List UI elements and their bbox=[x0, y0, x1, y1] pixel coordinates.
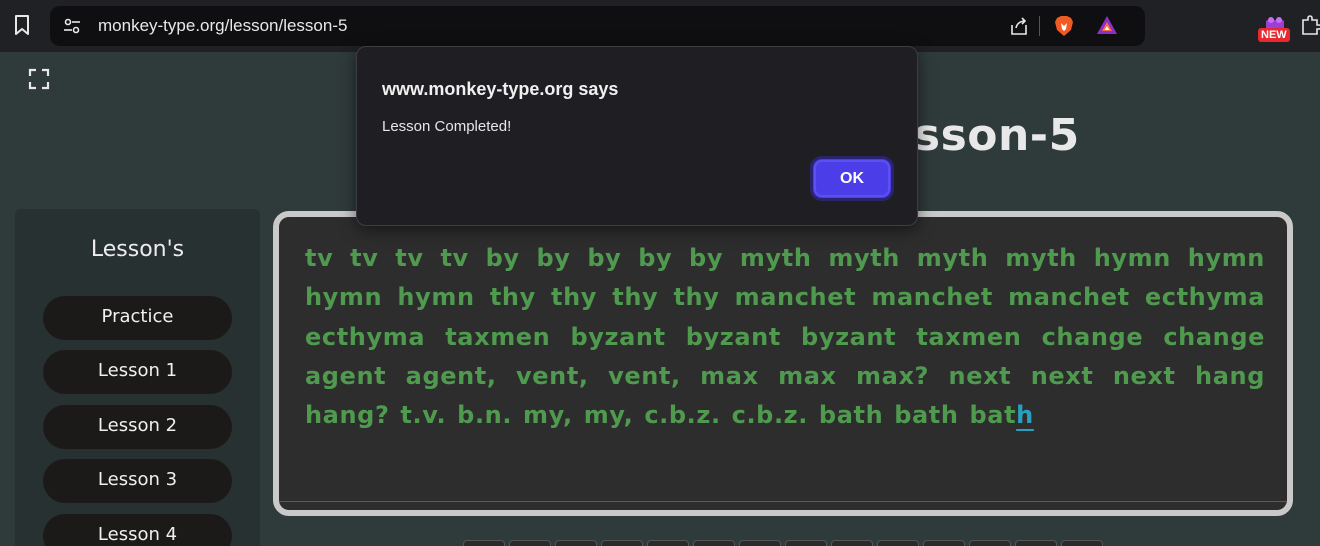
url-text[interactable]: monkey-type.org/lesson/lesson-5 bbox=[98, 16, 347, 36]
brave-shields-icon[interactable] bbox=[1053, 14, 1075, 38]
sidebar-item-lesson-2[interactable]: Lesson 2 bbox=[43, 405, 232, 449]
keyboard-key bbox=[831, 540, 873, 546]
extensions-icon[interactable] bbox=[1299, 14, 1320, 38]
keyboard-key bbox=[555, 540, 597, 546]
sidebar-item-lesson-3[interactable]: Lesson 3 bbox=[43, 459, 232, 503]
sidebar-title: Lesson's bbox=[90, 237, 185, 262]
sidebar-item-practice[interactable]: Practice bbox=[43, 296, 232, 340]
brave-rewards-icon[interactable] bbox=[1095, 14, 1119, 36]
share-icon[interactable] bbox=[1008, 15, 1030, 37]
fullscreen-icon[interactable] bbox=[28, 68, 50, 90]
lesson-sidebar: Lesson's Practice Lesson 1 Lesson 2 Less… bbox=[15, 209, 260, 546]
sidebar-item-lesson-1[interactable]: Lesson 1 bbox=[43, 350, 232, 394]
ok-button[interactable]: OK bbox=[810, 156, 894, 201]
lesson-text: tv tv tv tv by by by by by myth myth myt… bbox=[305, 239, 1265, 435]
sidebar-item-lesson-4[interactable]: Lesson 4 bbox=[43, 514, 232, 546]
typing-area[interactable]: tv tv tv tv by by by by by myth myth myt… bbox=[273, 211, 1293, 516]
bookmark-icon[interactable] bbox=[12, 14, 32, 36]
keyboard-key bbox=[463, 540, 505, 546]
new-badge: NEW bbox=[1258, 28, 1290, 42]
address-bar[interactable]: monkey-type.org/lesson/lesson-5 bbox=[50, 6, 1145, 46]
keyboard-key bbox=[785, 540, 827, 546]
keyboard-key bbox=[693, 540, 735, 546]
keyboard-key bbox=[969, 540, 1011, 546]
address-bar-divider bbox=[1039, 16, 1040, 36]
browser-toolbar: monkey-type.org/lesson/lesson-5 NEW bbox=[0, 0, 1320, 52]
alert-title: www.monkey-type.org says bbox=[382, 79, 619, 99]
typing-area-divider bbox=[279, 501, 1287, 502]
keyboard-key bbox=[509, 540, 551, 546]
keyboard-key bbox=[1061, 540, 1103, 546]
keyboard-key bbox=[647, 540, 689, 546]
alert-dialog: www.monkey-type.org says Lesson Complete… bbox=[356, 46, 918, 226]
keyboard-key bbox=[1015, 540, 1057, 546]
typed-text: tv tv tv tv by by by by by myth myth myt… bbox=[305, 244, 1265, 430]
keyboard-key bbox=[739, 540, 781, 546]
current-character: h bbox=[1016, 401, 1034, 430]
keyboard-key bbox=[877, 540, 919, 546]
alert-message: Lesson Completed! bbox=[382, 118, 512, 135]
keyboard-key bbox=[923, 540, 965, 546]
keyboard-key bbox=[601, 540, 643, 546]
site-settings-icon[interactable] bbox=[62, 16, 82, 36]
